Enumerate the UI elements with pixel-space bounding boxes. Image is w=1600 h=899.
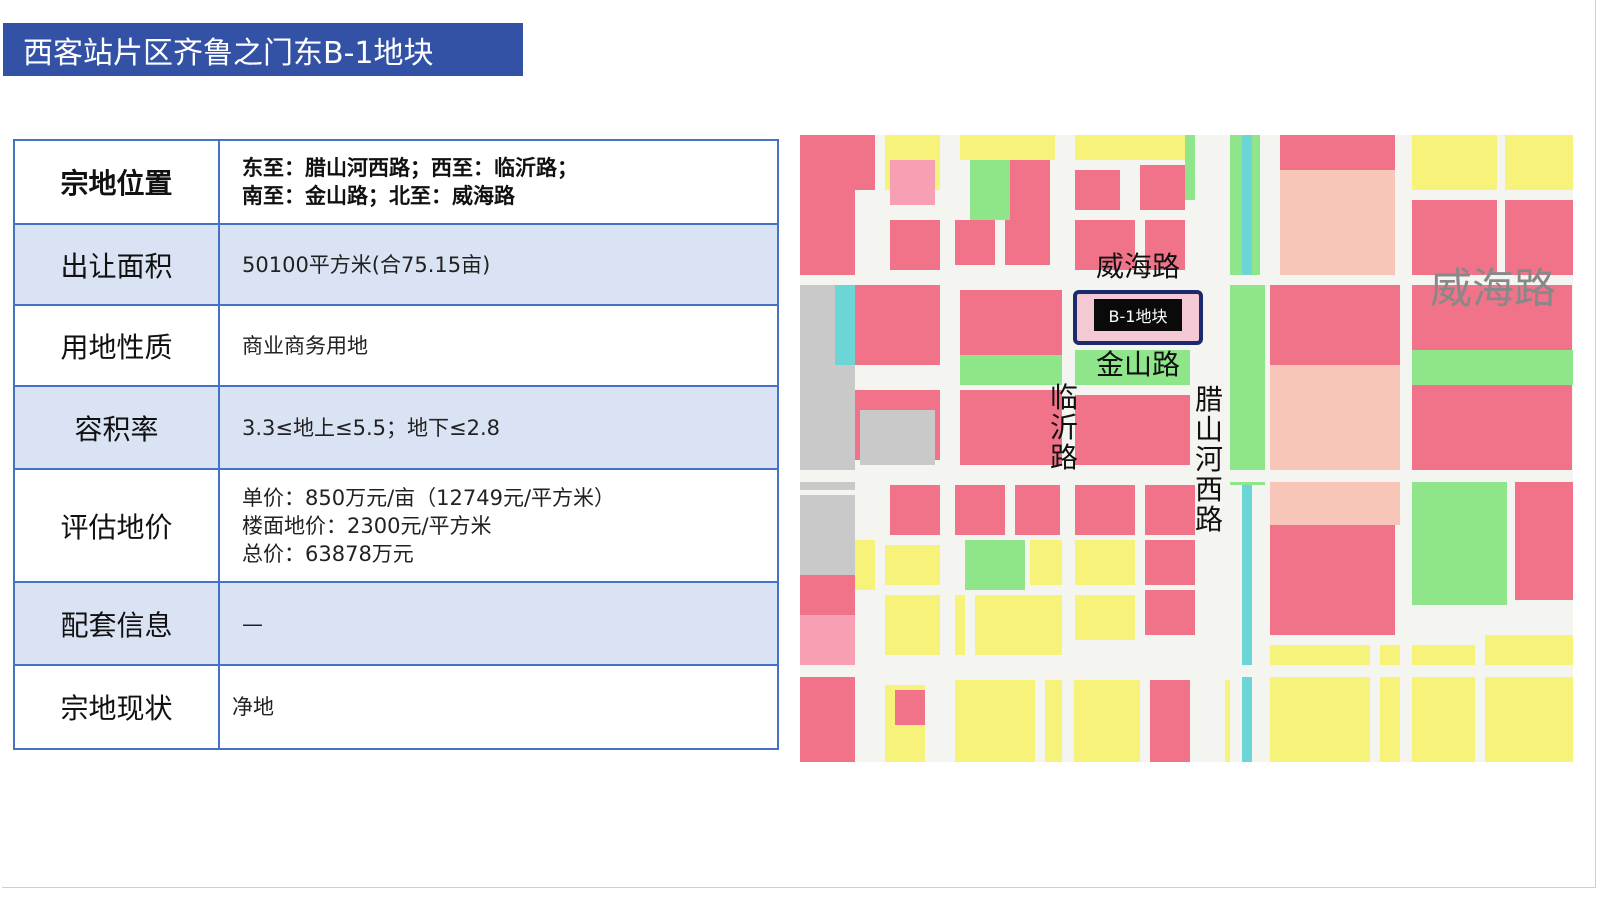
map-block	[850, 135, 875, 190]
map-road	[1400, 135, 1412, 762]
map-block	[1412, 135, 1497, 190]
row-value-plot-ratio: 3.3≤地上≤5.5；地下≤2.8	[218, 385, 779, 470]
map-block	[860, 410, 935, 465]
map-block	[1150, 680, 1190, 762]
map-block	[965, 540, 1025, 590]
parcel-badge: B-1地块	[1094, 299, 1182, 331]
value-line: 东至：腊山河西路；西至：临沂路；	[242, 156, 578, 180]
map-block	[1075, 595, 1135, 640]
map-block	[950, 680, 1035, 762]
road-label-lashanhexi: 腊山河西路	[1194, 383, 1223, 536]
map-block	[1230, 285, 1265, 485]
map-block	[1005, 220, 1050, 265]
table-row: 宗地现状 净地	[13, 664, 779, 750]
map-road	[800, 470, 1573, 482]
map-block	[955, 485, 1005, 535]
map-block	[1075, 395, 1190, 465]
value-line: 3.3≤地上≤5.5；地下≤2.8	[242, 415, 500, 440]
map-block	[1270, 285, 1400, 365]
map-block	[1400, 350, 1573, 385]
map-block	[1270, 480, 1400, 525]
table-row: 评估地价 单价：850万元/亩（12749元/平方米） 楼面地价：2300元/平…	[13, 468, 779, 583]
map-block	[950, 220, 995, 265]
map-block	[975, 595, 1065, 655]
map-block	[1145, 485, 1195, 535]
map-block	[960, 135, 1055, 160]
map-block	[800, 495, 855, 575]
row-value-land-use: 商业商务用地	[218, 304, 779, 387]
page-title-text: 西客站片区齐鲁之门东B-1地块	[23, 35, 434, 71]
row-label-facilities: 配套信息	[13, 581, 220, 666]
table-row: 出让面积 50100平方米(合75.15亩)	[13, 223, 779, 306]
road-label-linyi: 临沂路	[1049, 381, 1078, 474]
map-block	[895, 690, 925, 725]
parcel-info-table: 宗地位置 东至：腊山河西路；西至：临沂路； 南至：金山路；北至：威海路 出让面积…	[13, 139, 779, 750]
value-line: 楼面地价：2300元/平方米	[242, 513, 492, 538]
value-line: 净地	[232, 695, 274, 719]
map-block	[1270, 365, 1400, 470]
zoning-map-graphic	[800, 135, 1573, 762]
map-block	[1075, 485, 1135, 535]
map-block	[1075, 135, 1185, 160]
value-line: 南至：金山路；北至：威海路	[242, 184, 515, 208]
map-block	[1485, 635, 1573, 762]
map-block	[855, 540, 875, 590]
map-block	[890, 160, 935, 205]
parcel-label: B-1地块	[1108, 307, 1168, 326]
map-block	[1145, 540, 1195, 585]
map-block	[1015, 485, 1060, 535]
map-block	[890, 485, 940, 535]
value-line: 总价：63878万元	[242, 541, 414, 566]
table-row: 用地性质 商业商务用地	[13, 304, 779, 387]
map-block	[970, 160, 1010, 220]
map-block	[1515, 480, 1573, 600]
row-value-valuation: 单价：850万元/亩（12749元/平方米） 楼面地价：2300元/平方米 总价…	[218, 468, 779, 583]
table-row: 宗地位置 东至：腊山河西路；西至：临沂路； 南至：金山路；北至：威海路	[13, 139, 779, 225]
road-label-jinshan: 金山路	[1096, 348, 1181, 381]
map-block	[1140, 165, 1185, 210]
map-block	[1010, 160, 1050, 220]
map-block	[1030, 540, 1065, 585]
table-row: 配套信息 —	[13, 581, 779, 666]
map-block	[1505, 135, 1573, 190]
map-block	[1412, 385, 1572, 470]
value-line: —	[242, 611, 263, 636]
map-block	[1075, 170, 1120, 210]
row-label-location: 宗地位置	[13, 139, 220, 225]
row-label-area: 出让面积	[13, 223, 220, 306]
map-block	[855, 285, 940, 365]
row-label-valuation: 评估地价	[13, 468, 220, 583]
map-block	[1270, 645, 1370, 762]
row-label-land-use: 用地性质	[13, 304, 220, 387]
map-road	[940, 135, 955, 762]
table-row: 容积率 3.3≤地上≤5.5；地下≤2.8	[13, 385, 779, 470]
map-block	[800, 135, 855, 285]
row-label-status: 宗地现状	[13, 664, 220, 750]
map-block	[1045, 680, 1140, 762]
map-block	[1075, 540, 1135, 585]
map-block	[1270, 525, 1395, 635]
row-value-facilities: —	[218, 581, 779, 666]
row-value-location: 东至：腊山河西路；西至：临沂路； 南至：金山路；北至：威海路	[218, 139, 779, 225]
page-title: 西客站片区齐鲁之门东B-1地块	[3, 23, 523, 76]
value-line: 50100平方米(合75.15亩)	[242, 252, 491, 277]
map-road	[800, 665, 1573, 677]
row-value-status: 净地	[218, 664, 779, 750]
zoning-map: B-1地块 威海路 威海路 金山路 临沂路 腊山河西路	[800, 135, 1573, 762]
map-block	[1145, 590, 1195, 635]
map-block	[960, 290, 1065, 355]
value-line: 商业商务用地	[242, 333, 368, 358]
row-label-plot-ratio: 容积率	[13, 385, 220, 470]
row-value-area: 50100平方米(合75.15亩)	[218, 223, 779, 306]
road-label-weihai: 威海路	[1096, 250, 1181, 283]
map-block	[1412, 480, 1507, 605]
map-block	[1380, 645, 1475, 762]
map-block	[1280, 170, 1395, 280]
road-label-weihai-far: 威海路	[1430, 264, 1557, 313]
value-line: 单价：850万元/亩（12749元/平方米）	[242, 485, 616, 510]
map-block	[890, 220, 940, 270]
map-block	[1280, 135, 1395, 170]
